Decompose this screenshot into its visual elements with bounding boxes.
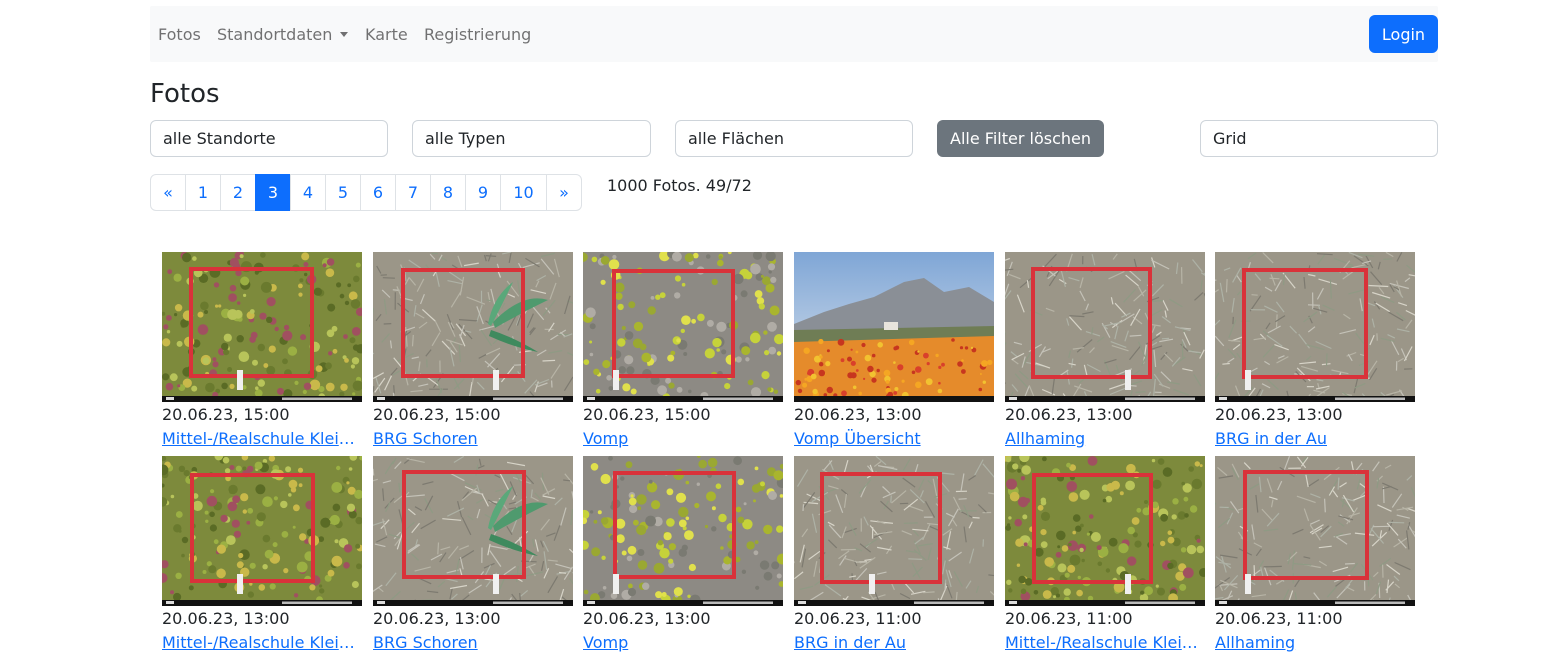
photo-card: 20.06.23, 13:00 Allhaming (1005, 252, 1205, 448)
photo-card: 20.06.23, 13:00 Mittel-/Realschule Kleins… (162, 456, 362, 652)
photo-card: 20.06.23, 15:00 Mittel-/Realschule Kleins… (162, 252, 362, 448)
photo-date: 20.06.23, 11:00 (1215, 609, 1343, 628)
pagination-next[interactable]: » (546, 174, 582, 211)
photo-card: 20.06.23, 13:00 Vomp (583, 456, 783, 652)
login-button[interactable]: Login (1369, 15, 1438, 53)
photo-card: 20.06.23, 13:00 Vomp Übersicht (794, 252, 994, 448)
photo-location-link[interactable]: Mittel-/Realschule Kleinsöding (1005, 633, 1205, 652)
nav-standortdaten-dropdown[interactable]: Standortdaten (217, 25, 349, 44)
photo-thumbnail[interactable] (373, 252, 573, 402)
pagination-page[interactable]: 10 (500, 174, 547, 211)
photo-date: 20.06.23, 15:00 (583, 405, 711, 424)
photo-card: 20.06.23, 15:00 BRG Schoren (373, 252, 573, 448)
photo-card: 20.06.23, 13:00 BRG Schoren (373, 456, 573, 652)
photo-thumbnail[interactable] (162, 252, 362, 402)
pagination-page-active[interactable]: 3 (255, 174, 291, 211)
pagination-page[interactable]: 7 (395, 174, 431, 211)
photo-date: 20.06.23, 13:00 (794, 405, 922, 424)
pagination-page[interactable]: 1 (185, 174, 221, 211)
page-title: Fotos (150, 79, 220, 109)
photo-thumbnail[interactable] (583, 252, 783, 402)
nav-standortdaten-label: Standortdaten (217, 25, 333, 44)
standorte-select[interactable]: alle Standorte (150, 120, 388, 157)
nav-karte[interactable]: Karte (365, 25, 408, 44)
photo-thumbnail[interactable] (373, 456, 573, 606)
pagination-page[interactable]: 2 (220, 174, 256, 211)
photo-location-link[interactable]: Allhaming (1215, 633, 1415, 652)
pagination-page[interactable]: 4 (290, 174, 326, 211)
photo-location-link[interactable]: Vomp (583, 633, 783, 652)
photo-card: 20.06.23, 11:00 Mittel-/Realschule Kleins… (1005, 456, 1205, 652)
navbar: Fotos Standortdaten Karte Registrierung … (150, 6, 1438, 62)
photo-location-link[interactable]: BRG in der Au (794, 633, 994, 652)
photo-location-link[interactable]: Mittel-/Realschule Kleinsöding (162, 633, 362, 652)
photo-date: 20.06.23, 13:00 (373, 609, 501, 628)
pagination-page[interactable]: 8 (430, 174, 466, 211)
photo-thumbnail[interactable] (583, 456, 783, 606)
pagination-page[interactable]: 9 (465, 174, 501, 211)
nav-fotos[interactable]: Fotos (158, 25, 201, 44)
photo-date: 20.06.23, 11:00 (794, 609, 922, 628)
pagination: « 1 2 3 4 5 6 7 8 9 10 » (150, 174, 582, 211)
photo-location-link[interactable]: BRG in der Au (1215, 429, 1415, 448)
flaechen-select[interactable]: alle Flächen (675, 120, 913, 157)
photo-location-link[interactable]: Vomp Übersicht (794, 429, 994, 448)
photo-date: 20.06.23, 15:00 (373, 405, 501, 424)
photo-location-link[interactable]: BRG Schoren (373, 633, 573, 652)
photo-location-link[interactable]: Mittel-/Realschule Kleinsöding (162, 429, 362, 448)
photo-location-link[interactable]: Allhaming (1005, 429, 1205, 448)
photo-card: 20.06.23, 11:00 BRG in der Au (794, 456, 994, 652)
photo-thumbnail[interactable] (794, 252, 994, 402)
photo-date: 20.06.23, 13:00 (162, 609, 290, 628)
chevron-down-icon (340, 32, 349, 37)
photo-thumbnail[interactable] (1005, 252, 1205, 402)
view-mode-select[interactable]: Grid (1200, 120, 1438, 157)
photo-date: 20.06.23, 15:00 (162, 405, 290, 424)
pagination-page[interactable]: 6 (360, 174, 396, 211)
photo-location-link[interactable]: BRG Schoren (373, 429, 573, 448)
photo-thumbnail[interactable] (1215, 456, 1415, 606)
photo-card: 20.06.23, 13:00 BRG in der Au (1215, 252, 1415, 448)
photo-count: 1000 Fotos. 49/72 (607, 176, 752, 195)
nav-registrierung[interactable]: Registrierung (424, 25, 531, 44)
photo-thumbnail[interactable] (162, 456, 362, 606)
clear-filters-button[interactable]: Alle Filter löschen (937, 120, 1104, 157)
pagination-page[interactable]: 5 (325, 174, 361, 211)
photo-thumbnail[interactable] (794, 456, 994, 606)
photo-card: 20.06.23, 11:00 Allhaming (1215, 456, 1415, 652)
photo-card: 20.06.23, 15:00 Vomp (583, 252, 783, 448)
photo-date: 20.06.23, 11:00 (1005, 609, 1133, 628)
photo-date: 20.06.23, 13:00 (1215, 405, 1343, 424)
photo-date: 20.06.23, 13:00 (583, 609, 711, 628)
photo-date: 20.06.23, 13:00 (1005, 405, 1133, 424)
photo-location-link[interactable]: Vomp (583, 429, 783, 448)
photo-thumbnail[interactable] (1005, 456, 1205, 606)
photo-thumbnail[interactable] (1215, 252, 1415, 402)
pagination-prev[interactable]: « (150, 174, 186, 211)
typen-select[interactable]: alle Typen (412, 120, 651, 157)
